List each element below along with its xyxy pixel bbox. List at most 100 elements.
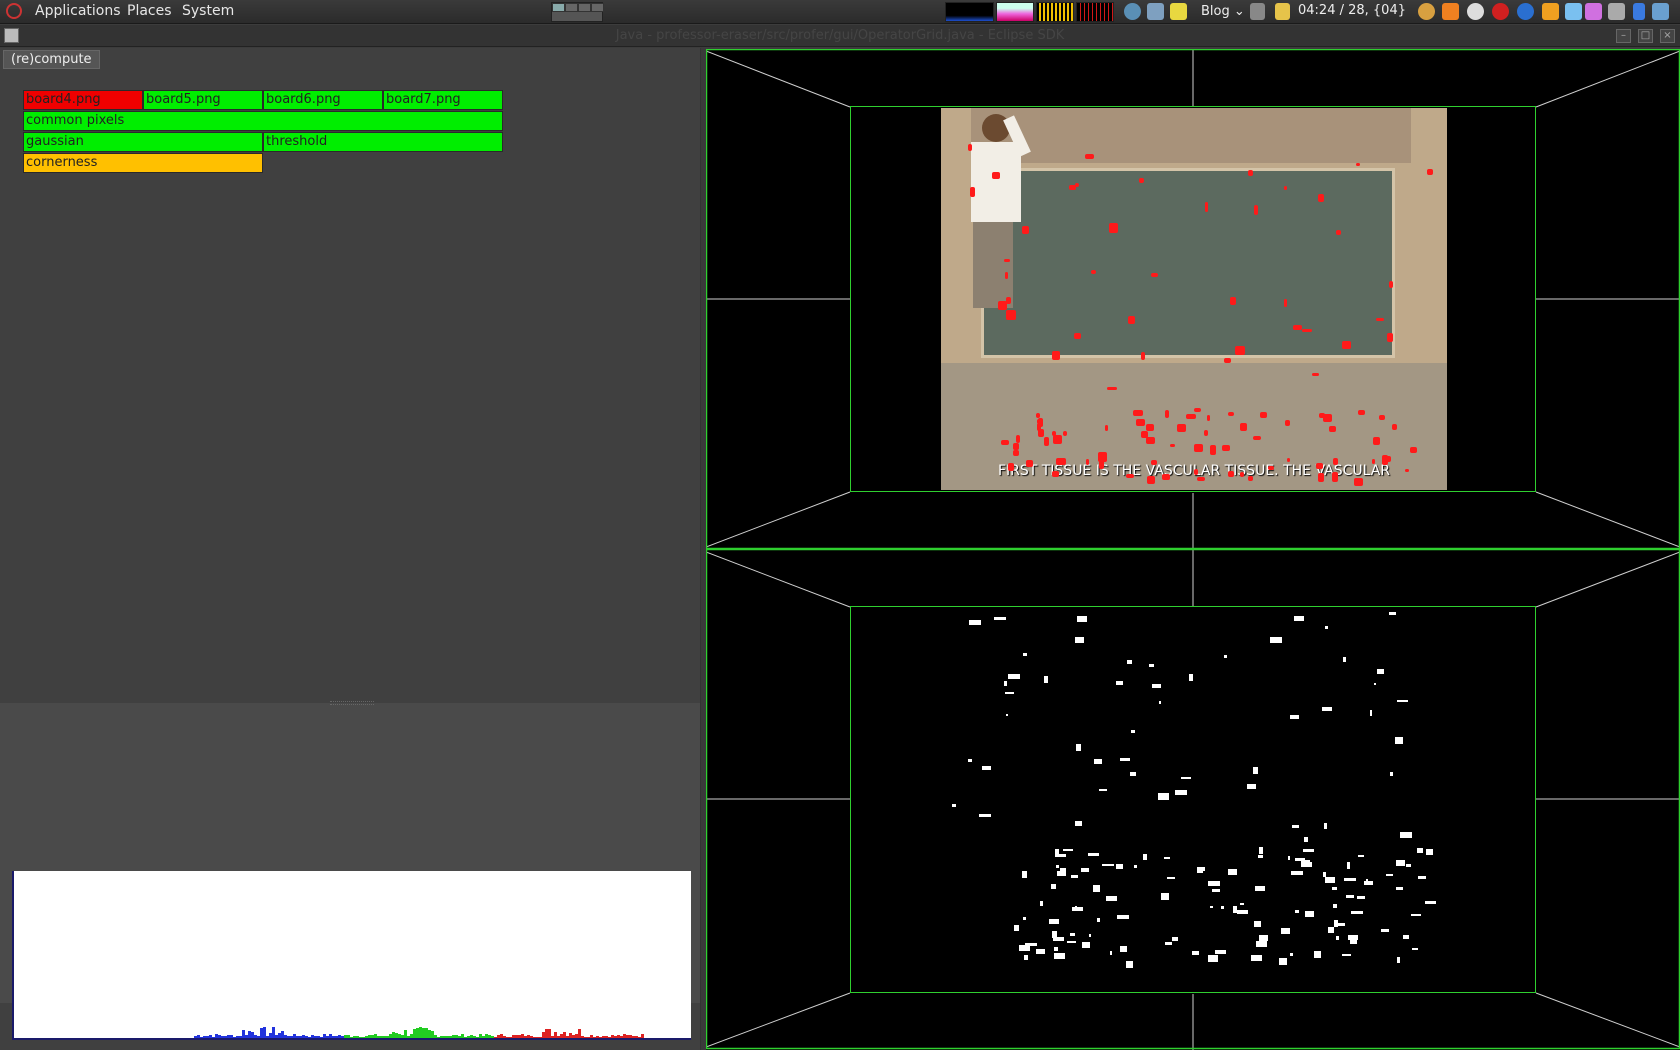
sparkle-icon[interactable] [1585, 3, 1602, 20]
corner-marker [1090, 269, 1096, 274]
threshold-speck [1036, 948, 1045, 955]
bluetooth-icon[interactable] [1633, 3, 1645, 20]
corner-marker [1053, 435, 1062, 444]
network-monitor-icon[interactable] [1076, 2, 1114, 22]
clock[interactable]: 04:24 / 28, {04} [1298, 3, 1406, 18]
distro-logo-icon[interactable] [6, 3, 22, 19]
window-titlebar[interactable]: Java - professor-eraser/src/profer/gui/O… [0, 25, 1680, 47]
operator-board6[interactable]: board6.png [263, 90, 383, 110]
places-menu[interactable]: Places [127, 3, 172, 19]
globe-icon[interactable] [1124, 3, 1141, 20]
corner-marker [1240, 423, 1248, 431]
threshold-speck [1181, 777, 1192, 780]
corner-marker [1145, 437, 1155, 445]
volume-icon[interactable] [1250, 3, 1265, 20]
threshold-speck [1259, 847, 1264, 855]
corner-marker [1026, 459, 1033, 467]
corner-marker [1037, 417, 1044, 428]
image-viewer[interactable]: FIRST TISSUE IS THE VASCULAR TISSUE. THE… [706, 49, 1680, 1050]
threshold-speck [1214, 949, 1227, 955]
threshold-speck [1130, 729, 1136, 733]
threshold-speck [994, 616, 1006, 621]
threshold-speck [1395, 860, 1405, 866]
recompute-button[interactable]: (re)compute [3, 50, 100, 69]
corner-marker [1006, 309, 1016, 320]
corner-marker [1381, 456, 1391, 463]
operator-gaussian[interactable]: gaussian [23, 132, 263, 152]
close-icon[interactable]: × [1660, 29, 1675, 43]
corner-marker [1209, 445, 1217, 455]
refresh-icon[interactable] [1517, 3, 1534, 20]
corner-marker [1386, 332, 1393, 342]
computer-icon[interactable] [1147, 3, 1164, 20]
cpu-monitor-icon[interactable] [945, 2, 994, 22]
corner-marker [1267, 466, 1274, 470]
split-handle[interactable] [330, 701, 374, 705]
workspace-switcher[interactable] [551, 2, 604, 22]
maximize-icon[interactable]: □ [1638, 29, 1653, 43]
operator-board4[interactable]: board4.png [23, 90, 143, 110]
system-menu[interactable]: System [182, 3, 234, 19]
notes-icon[interactable] [1170, 3, 1187, 20]
disk-monitor-icon[interactable] [1036, 2, 1074, 22]
threshold-speck [1099, 788, 1108, 792]
corner-marker [1051, 470, 1060, 478]
threshold-speck [1269, 636, 1282, 644]
threshold-speck [1400, 832, 1412, 838]
threshold-speck [1220, 906, 1225, 910]
tools-icon[interactable] [1442, 3, 1459, 20]
threshold-speck [1071, 874, 1079, 879]
threshold-speck [1051, 883, 1057, 889]
settings-gear-icon[interactable] [1418, 3, 1435, 20]
threshold-speck [1120, 758, 1130, 762]
corner-marker [1331, 472, 1339, 482]
threshold-speck [1287, 855, 1290, 861]
corner-marker [1318, 194, 1324, 203]
workspace-2[interactable] [565, 3, 578, 12]
operator-board7[interactable]: board7.png [383, 90, 503, 110]
threshold-speck [1373, 682, 1377, 686]
network-icon[interactable] [1652, 3, 1669, 20]
threshold-speck [1278, 958, 1288, 965]
workspace-1[interactable] [552, 3, 565, 12]
tools-icon-2[interactable] [1542, 3, 1559, 20]
corner-marker [1409, 446, 1418, 453]
threshold-speck [1425, 848, 1433, 856]
operator-threshold[interactable]: threshold [263, 132, 503, 152]
threshold-speck [1125, 960, 1133, 968]
workspace-3[interactable] [578, 3, 591, 12]
threshold-speck [1075, 744, 1081, 751]
threshold-speck [1039, 900, 1044, 906]
threshold-speck [1255, 940, 1267, 947]
window-title: Java - professor-eraser/src/profer/gui/O… [615, 28, 1065, 43]
threshold-speck [1289, 714, 1300, 719]
workspace-4[interactable] [591, 3, 604, 12]
close-circle-icon[interactable] [1467, 3, 1484, 20]
corner-marker [1177, 423, 1186, 432]
threshold-speck [1304, 836, 1309, 842]
threshold-speck [1258, 935, 1268, 942]
operator-common-pixels[interactable]: common pixels [23, 111, 503, 131]
operator-board5[interactable]: board5.png [143, 90, 263, 110]
threshold-speck [1289, 952, 1293, 956]
update-gear-icon[interactable] [1492, 3, 1509, 20]
memory-monitor-icon[interactable] [996, 2, 1034, 22]
threshold-speck [1323, 823, 1327, 830]
folder-icon[interactable] [1275, 3, 1290, 20]
airplane-icon[interactable] [1565, 3, 1582, 20]
blog-dropdown[interactable]: Blog ⌄ [1195, 2, 1251, 22]
corner-marker [1097, 451, 1107, 462]
applications-menu[interactable]: Applications [35, 3, 121, 19]
threshold-speck [1160, 893, 1170, 900]
threshold-speck [1325, 626, 1328, 630]
corner-marker [1164, 410, 1169, 419]
corner-marker [1133, 409, 1143, 417]
corner-marker [1085, 458, 1090, 466]
minimize-icon[interactable]: – [1616, 29, 1631, 43]
corner-marker [1169, 443, 1176, 447]
threshold-speck [1148, 663, 1154, 667]
threshold-speck [1013, 925, 1019, 932]
operator-cornerness[interactable]: cornerness [23, 153, 263, 173]
display-icon[interactable] [1608, 3, 1625, 20]
corner-marker [1207, 414, 1211, 421]
